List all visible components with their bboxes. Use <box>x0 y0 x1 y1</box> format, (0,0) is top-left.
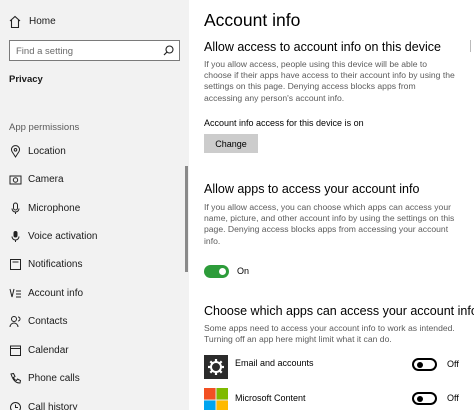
account-info-icon <box>9 288 21 298</box>
sidebar-item-location[interactable]: Location <box>0 139 189 165</box>
sidebar-item-label: Call history <box>28 402 78 410</box>
sidebar-item-label: Microphone <box>28 203 81 214</box>
apps-access-toggle-label: On <box>237 266 250 276</box>
app-name: Microsoft Content <box>235 393 306 403</box>
sidebar-item-voice-activation[interactable]: Voice activation <box>0 224 189 250</box>
sidebar-item-camera[interactable]: Camera <box>0 167 189 193</box>
apps-section-heading: Allow apps to access your account info <box>204 182 420 196</box>
sidebar-item-label: Voice activation <box>28 231 98 242</box>
microphone-icon <box>11 202 20 214</box>
apps-access-toggle[interactable] <box>204 265 229 278</box>
home-icon <box>9 15 21 29</box>
microsoft-content-toggle-label: Off <box>447 393 459 403</box>
voice-activation-icon <box>11 231 20 242</box>
email-accounts-toggle[interactable] <box>412 358 437 371</box>
search-input[interactable] <box>10 42 160 61</box>
toggle-knob <box>417 362 423 368</box>
sidebar-item-label: Phone calls <box>28 373 80 384</box>
location-icon <box>11 145 20 158</box>
change-button[interactable]: Change <box>204 134 258 153</box>
sidebar-item-label: Account info <box>28 288 84 299</box>
sidebar-item-label: Contacts <box>28 316 68 327</box>
sidebar-item-microphone[interactable]: Microphone <box>0 196 189 222</box>
device-section-heading: Allow access to account info on this dev… <box>204 40 441 54</box>
device-section-description: If you allow access, people using this d… <box>204 59 455 103</box>
calendar-icon <box>10 345 21 356</box>
sidebar-item-account-info[interactable]: Account info <box>0 281 189 307</box>
sidebar: Home Privacy App permissions Location Ca… <box>0 0 189 410</box>
email-accounts-toggle-label: Off <box>447 359 459 369</box>
main-scrollbar[interactable] <box>470 40 471 52</box>
sidebar-scrollbar[interactable] <box>185 166 188 272</box>
microsoft-content-toggle[interactable] <box>412 392 437 405</box>
notifications-icon <box>10 259 21 270</box>
camera-icon <box>9 175 22 185</box>
home-label: Home <box>29 16 56 27</box>
microsoft-content-app-tile <box>204 388 228 410</box>
toggle-knob <box>417 396 423 402</box>
search-box[interactable] <box>9 40 180 61</box>
section-label: App permissions <box>9 122 80 133</box>
choose-section-heading: Choose which apps can access your accoun… <box>204 304 474 318</box>
sidebar-item-call-history[interactable]: Call history <box>0 395 189 410</box>
choose-section-description: Some apps need to access your account in… <box>204 323 455 345</box>
sidebar-item-phone-calls[interactable]: Phone calls <box>0 366 189 392</box>
toggle-knob <box>219 268 226 275</box>
category-title: Privacy <box>9 74 43 85</box>
email-accounts-app-tile <box>204 355 228 379</box>
contacts-icon <box>9 316 21 328</box>
sidebar-item-notifications[interactable]: Notifications <box>0 252 189 278</box>
search-icon[interactable] <box>163 45 174 56</box>
sidebar-item-calendar[interactable]: Calendar <box>0 338 189 364</box>
app-name: Email and accounts <box>235 358 314 368</box>
device-access-status: Account info access for this device is o… <box>204 118 364 128</box>
sidebar-item-label: Notifications <box>28 259 83 270</box>
sidebar-item-contacts[interactable]: Contacts <box>0 309 189 335</box>
phone-icon <box>10 372 22 384</box>
gear-icon <box>208 359 224 375</box>
microsoft-logo-icon <box>204 388 228 410</box>
sidebar-item-label: Camera <box>28 174 64 185</box>
home-nav-item[interactable]: Home <box>0 12 189 34</box>
call-history-icon <box>10 402 21 410</box>
apps-section-description: If you allow access, you can choose whic… <box>204 202 455 246</box>
page-title: Account info <box>204 10 301 30</box>
main-content: Account info Allow access to account inf… <box>189 0 474 410</box>
sidebar-item-label: Calendar <box>28 345 69 356</box>
sidebar-item-label: Location <box>28 146 66 157</box>
